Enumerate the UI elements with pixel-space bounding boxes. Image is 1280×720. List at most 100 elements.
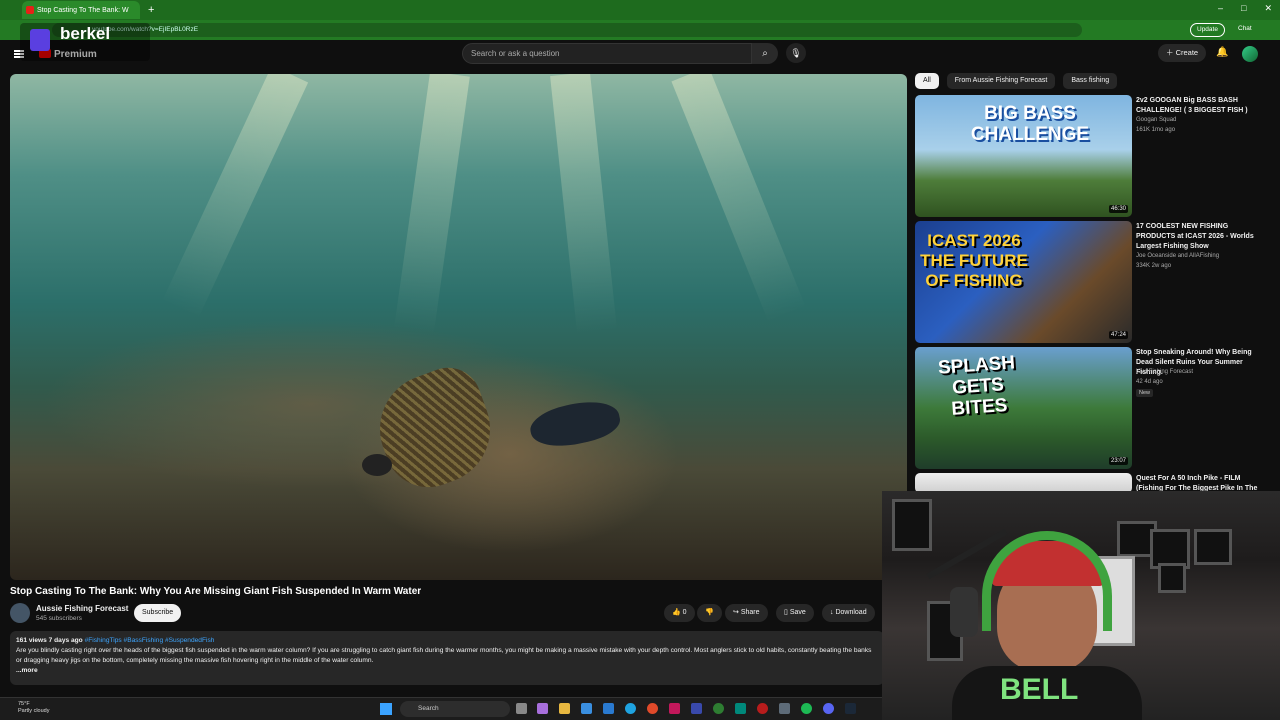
app-icon[interactable] <box>669 703 680 714</box>
overlay-logo-mark-icon <box>30 29 50 51</box>
video-thumbnail[interactable] <box>915 473 1132 493</box>
youtube-header: Premium Search or ask a question ⌕ 🎙 ＋ C… <box>0 40 1280 72</box>
discord-icon[interactable] <box>823 703 834 714</box>
recommendation-title[interactable]: 2v2 GOOGAN Big BASS BASH CHALLENGE! ( 3 … <box>1136 96 1264 116</box>
search-icon[interactable]: ⌕ <box>752 43 778 64</box>
recommendation-item[interactable]: Quest For A 50 Inch Pike - FILM (Fishing… <box>915 473 1265 502</box>
wall-picture <box>892 499 932 551</box>
wall-picture <box>1194 529 1232 565</box>
app-icon[interactable] <box>757 703 768 714</box>
update-button[interactable]: Update <box>1190 23 1225 37</box>
app-icon[interactable] <box>647 703 658 714</box>
light-ray <box>671 74 806 323</box>
browser-tab[interactable]: Stop Casting To The Bank: W <box>22 1 140 19</box>
mail-icon[interactable] <box>603 703 614 714</box>
window-controls: – □ ✕ <box>1218 3 1272 14</box>
like-count: 0 <box>682 609 687 616</box>
recommendation-channel[interactable]: Kiwi Fishing Forecast <box>1136 369 1193 375</box>
minimize-icon[interactable]: – <box>1218 3 1223 14</box>
close-icon[interactable]: ✕ <box>1264 3 1272 14</box>
weather-temperature: 75°F <box>18 701 30 707</box>
streamer-headset <box>982 531 1112 631</box>
address-bar-row: youtube.com/watch?v=EjIEpBL0RzE <box>0 20 1280 40</box>
windows-start-icon[interactable] <box>380 703 392 715</box>
chat-button[interactable]: Chat <box>1238 25 1252 32</box>
share-button[interactable]: ↪ Share <box>725 604 768 622</box>
steam-icon[interactable] <box>845 703 856 714</box>
more-link[interactable]: ...more <box>16 666 878 676</box>
video-thumbnail[interactable]: SPLASH GETS BITES 23:07 <box>915 347 1132 469</box>
video-description[interactable]: 161 views 7 days ago #FishingTips #BassF… <box>10 631 884 685</box>
microphone <box>950 587 978 637</box>
windows-taskbar: 75°F Partly cloudy Search <box>0 697 882 720</box>
copilot-icon[interactable] <box>537 703 548 714</box>
weather-widget[interactable]: 75°F Partly cloudy <box>18 701 50 715</box>
video-duration: 46:30 <box>1108 205 1128 213</box>
url-field[interactable]: youtube.com/watch?v=EjIEpBL0RzE <box>52 23 1082 37</box>
subscriber-count: 545 subscribers <box>36 615 82 622</box>
jig-trailer <box>526 395 624 453</box>
video-thumbnail[interactable]: ICAST 2026 THE FUTURE OF FISHING 47:24 <box>915 221 1132 343</box>
video-duration: 23:07 <box>1108 457 1128 465</box>
recommendation-item[interactable]: ICAST 2026 THE FUTURE OF FISHING 47:24 1… <box>915 221 1265 343</box>
account-avatar[interactable] <box>1242 46 1258 62</box>
dislike-button[interactable]: 👎 <box>697 604 722 622</box>
share-icon: ↪ <box>733 609 739 616</box>
app-icon[interactable] <box>691 703 702 714</box>
bookmark-icon: ▯ <box>784 609 788 616</box>
task-view-icon[interactable] <box>516 703 527 714</box>
download-label: Download <box>835 609 867 616</box>
video-thumbnail[interactable]: BIG BASS CHALLENGE 46:30 <box>915 95 1132 217</box>
weather-description: Partly cloudy <box>18 708 50 714</box>
recommendation-channel[interactable]: Googan Squad <box>1136 117 1176 123</box>
recommendation-item[interactable]: BIG BASS CHALLENGE 46:30 2v2 GOOGAN Big … <box>915 95 1265 217</box>
video-title: Stop Casting To The Bank: Why You Are Mi… <box>10 586 422 597</box>
light-ray <box>394 74 470 335</box>
file-explorer-icon[interactable] <box>559 703 570 714</box>
thumbnail-text: SPLASH GETS BITES <box>937 352 1016 420</box>
subscribe-button[interactable]: Subscribe <box>134 604 182 622</box>
edge-browser-icon[interactable] <box>625 703 636 714</box>
channel-name[interactable]: Aussie Fishing Forecast <box>36 604 128 613</box>
maximize-icon[interactable]: □ <box>1241 3 1246 14</box>
browser-tab-bar: Stop Casting To The Bank: W + – □ ✕ <box>0 0 1280 20</box>
taskbar-search[interactable]: Search <box>400 701 510 717</box>
jig-skirt <box>364 358 506 500</box>
recommendation-item[interactable]: SPLASH GETS BITES 23:07 Stop Sneaking Ar… <box>915 347 1265 469</box>
video-player[interactable] <box>10 74 907 580</box>
new-badge: New <box>1136 389 1154 397</box>
hashtags[interactable]: #FishingTips #BassFishing #SuspendedFish <box>85 637 215 644</box>
shirt-text: BELL <box>1000 673 1079 706</box>
channel-avatar[interactable] <box>10 603 30 623</box>
chip-bass-fishing[interactable]: Bass fishing <box>1063 73 1118 89</box>
chip-from-channel[interactable]: From Aussie Fishing Forecast <box>946 73 1056 89</box>
download-button[interactable]: ↓ Download <box>822 604 875 622</box>
video-duration: 47:24 <box>1108 331 1128 339</box>
overlay-logo-text: berkel <box>60 24 111 43</box>
jig-head <box>362 454 392 476</box>
thumbs-down-icon: 👎 <box>705 609 714 616</box>
store-icon[interactable] <box>581 703 592 714</box>
like-button[interactable]: 👍 0 <box>664 604 695 622</box>
microphone-icon[interactable]: 🎙 <box>786 43 806 63</box>
new-tab-icon[interactable]: + <box>148 4 154 16</box>
app-icon[interactable] <box>779 703 790 714</box>
recommendation-meta: 334K 2w ago <box>1136 263 1172 269</box>
create-label: Create <box>1175 48 1199 57</box>
tab-title: Stop Casting To The Bank: W <box>37 6 129 14</box>
download-icon: ↓ <box>830 609 834 616</box>
notifications-bell-icon[interactable]: 🔔 <box>1216 47 1228 58</box>
spotify-icon[interactable] <box>801 703 812 714</box>
light-ray <box>161 74 309 319</box>
related-filter-chips: All From Aussie Fishing Forecast Bass fi… <box>915 73 1118 89</box>
search-input[interactable]: Search or ask a question <box>462 43 752 64</box>
chip-all[interactable]: All <box>915 73 939 89</box>
recommendation-channel[interactable]: Joe Oceanside and AllAFishing <box>1136 253 1219 259</box>
description-text: Are you blindly casting right over the h… <box>16 647 872 664</box>
recommendation-title[interactable]: 17 COOLEST NEW FISHING PRODUCTS at ICAST… <box>1136 222 1264 252</box>
app-icon[interactable] <box>713 703 724 714</box>
app-icon[interactable] <box>735 703 746 714</box>
thumbnail-text: BIG BASS CHALLENGE <box>970 103 1090 145</box>
create-button[interactable]: ＋ Create <box>1158 44 1207 62</box>
save-button[interactable]: ▯ Save <box>776 604 814 622</box>
